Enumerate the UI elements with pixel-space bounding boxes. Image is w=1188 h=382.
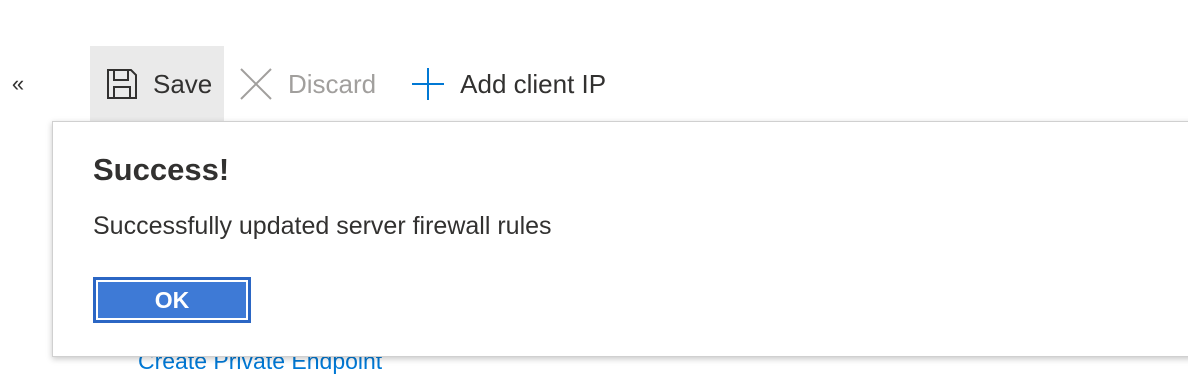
discard-label: Discard	[288, 68, 377, 99]
success-dialog: Success! Successfully updated server fir…	[52, 121, 1188, 357]
save-label: Save	[153, 68, 213, 99]
dialog-title: Success!	[93, 152, 230, 187]
plus-icon	[410, 66, 446, 102]
floppy-disk-icon	[104, 66, 140, 102]
ok-button-label: OK	[98, 282, 246, 318]
page: « Save Discard Add client IP Create Priv…	[0, 0, 1188, 382]
add-client-ip-label: Add client IP	[460, 68, 607, 99]
save-button[interactable]: Save	[90, 46, 224, 122]
dialog-message: Successfully updated server firewall rul…	[93, 212, 552, 240]
add-client-ip-button[interactable]: Add client IP	[392, 46, 622, 122]
collapse-sidebar-button[interactable]: «	[8, 70, 28, 98]
discard-button[interactable]: Discard	[224, 46, 392, 122]
command-bar: Save Discard Add client IP	[90, 46, 622, 122]
ok-button[interactable]: OK	[93, 277, 251, 323]
close-icon	[238, 66, 274, 102]
